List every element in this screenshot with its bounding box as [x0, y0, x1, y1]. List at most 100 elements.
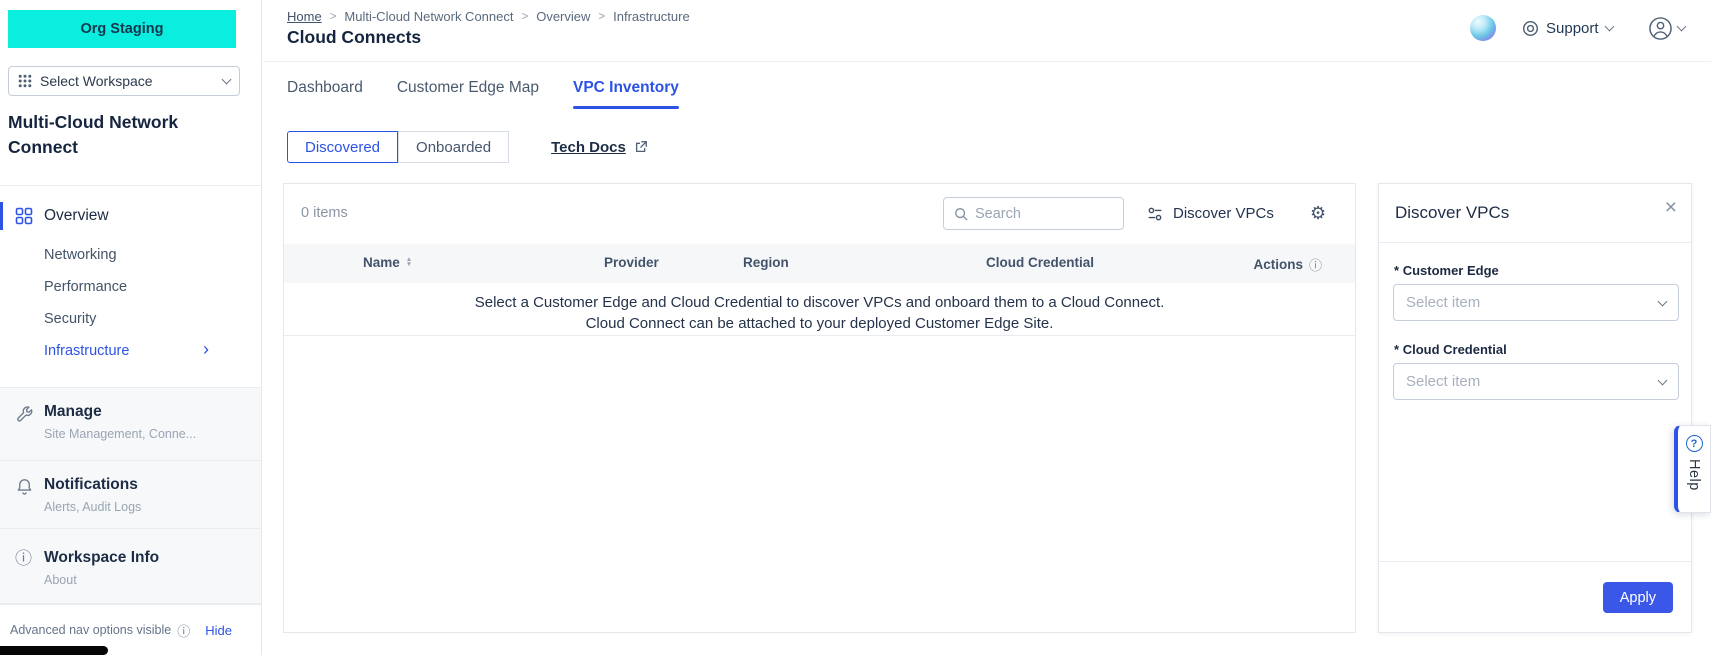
org-staging-button[interactable]: Org Staging — [8, 10, 236, 48]
column-header-provider: Provider — [604, 255, 659, 270]
customer-edge-select[interactable]: Select item — [1393, 284, 1679, 321]
assistant-orb-button[interactable] — [1470, 15, 1496, 41]
taskbar-peek — [0, 646, 108, 655]
sidebar: Org Staging Select Workspace Multi-Cloud… — [0, 0, 262, 655]
help-tab[interactable]: ? Help — [1674, 425, 1711, 513]
apply-button[interactable]: Apply — [1603, 582, 1673, 613]
tab-customer-edge-map[interactable]: Customer Edge Map — [397, 79, 539, 109]
chevron-down-icon — [1677, 22, 1687, 32]
sidebar-divider — [0, 185, 261, 186]
external-link-icon — [634, 140, 648, 154]
breadcrumb-infrastructure[interactable]: Infrastructure — [613, 9, 690, 24]
sidebar-item-infrastructure[interactable]: Infrastructure › — [0, 335, 261, 367]
field-label-text: Cloud Credential — [1403, 342, 1507, 357]
sidebar-item-sublabel: Site Management, Conne... — [44, 427, 196, 441]
support-lifebuoy-icon — [1522, 20, 1539, 37]
workspace-selector[interactable]: Select Workspace — [8, 66, 240, 96]
table-header-row: Name ▲▼ Provider Region Cloud Credential… — [284, 244, 1355, 283]
vpc-table-card: 0 items Discover VPCs ⚙ Name — [283, 183, 1356, 633]
panel-title: Discover VPCs — [1395, 203, 1509, 223]
sidebar-item-label: Workspace Info — [44, 549, 159, 567]
topbar-divider — [263, 61, 1711, 62]
column-header-region: Region — [743, 255, 789, 270]
sidebar-item-security[interactable]: Security — [0, 303, 261, 335]
sidebar-item-overview[interactable]: Overview — [0, 199, 261, 233]
tech-docs-label: Tech Docs — [551, 139, 626, 156]
tab-vpc-inventory[interactable]: VPC Inventory — [573, 79, 679, 109]
column-label: Provider — [604, 255, 659, 270]
segment-control: Discovered Onboarded Tech Docs — [287, 131, 648, 163]
required-asterisk: * — [1394, 263, 1399, 278]
sidebar-item-label: Overview — [44, 207, 109, 225]
chevron-down-icon — [1658, 375, 1668, 385]
info-icon: ⓘ — [15, 550, 32, 567]
breadcrumb-separator: > — [521, 11, 528, 23]
account-menu[interactable] — [1648, 14, 1685, 42]
chevron-down-icon — [1658, 296, 1668, 306]
sidebar-item-label: Notifications — [44, 476, 138, 494]
segment-discovered[interactable]: Discovered — [287, 131, 398, 163]
column-label: Cloud Credential — [986, 255, 1094, 270]
chevron-right-icon: › — [203, 339, 209, 360]
required-asterisk: * — [1394, 342, 1399, 357]
sidebar-item-manage[interactable]: Manage Site Management, Conne... — [0, 387, 261, 460]
chevron-down-icon — [222, 75, 232, 85]
select-placeholder: Select item — [1406, 294, 1480, 311]
breadcrumb-home[interactable]: Home — [287, 9, 322, 24]
sidebar-item-sublabel: Alerts, Audit Logs — [44, 500, 141, 514]
cloud-credential-field-label: * Cloud Credential — [1394, 342, 1507, 357]
tab-bar: Dashboard Customer Edge Map VPC Inventor… — [287, 79, 679, 109]
user-icon — [1648, 16, 1673, 41]
sidebar-item-notifications[interactable]: Notifications Alerts, Audit Logs — [0, 460, 261, 528]
column-label: Name — [363, 255, 400, 270]
workspace-grid-icon — [18, 74, 32, 88]
panel-footer-divider — [1379, 561, 1691, 562]
breadcrumb-separator: > — [330, 11, 337, 23]
sidebar-item-workspace-info[interactable]: ⓘ Workspace Info About — [0, 528, 261, 604]
segment-onboarded[interactable]: Onboarded — [398, 131, 509, 163]
wrench-icon — [15, 405, 34, 424]
empty-state-line-2: Cloud Connect can be attached to your de… — [284, 313, 1355, 334]
column-header-name[interactable]: Name ▲▼ — [363, 255, 412, 270]
field-label-text: Customer Edge — [1403, 263, 1499, 278]
breadcrumb-overview[interactable]: Overview — [536, 9, 590, 24]
info-icon[interactable]: ⓘ — [1309, 255, 1322, 274]
search-input[interactable] — [975, 206, 1113, 222]
sidebar-item-label: Manage — [44, 403, 102, 421]
discover-vpcs-button[interactable]: Discover VPCs — [1147, 197, 1274, 230]
bell-icon — [15, 477, 34, 496]
workspace-selector-label: Select Workspace — [40, 73, 153, 89]
column-header-cloud-credential: Cloud Credential — [986, 255, 1094, 270]
gear-icon[interactable]: ⚙ — [1310, 197, 1326, 230]
search-box[interactable] — [943, 197, 1124, 230]
sidebar-item-label: Infrastructure — [44, 343, 129, 359]
help-question-icon: ? — [1686, 435, 1703, 452]
app-root: Org Staging Select Workspace Multi-Cloud… — [0, 0, 1711, 655]
tech-docs-link[interactable]: Tech Docs — [551, 139, 648, 156]
tab-dashboard[interactable]: Dashboard — [287, 79, 363, 109]
support-menu[interactable]: Support — [1522, 14, 1613, 42]
sort-icon: ▲▼ — [406, 257, 412, 267]
empty-state-line-1: Select a Customer Edge and Cloud Credent… — [284, 292, 1355, 313]
advanced-nav-text: Advanced nav options visible — [10, 623, 171, 637]
discover-vpcs-label: Discover VPCs — [1173, 205, 1274, 222]
column-label: Actions — [1253, 257, 1303, 272]
workspace-title: Multi-Cloud Network Connect — [8, 110, 220, 160]
sidebar-item-networking[interactable]: Networking — [0, 239, 261, 271]
panel-divider — [1379, 242, 1691, 243]
sidebar-item-performance[interactable]: Performance — [0, 271, 261, 303]
discover-sliders-icon — [1147, 206, 1163, 222]
column-label: Region — [743, 255, 789, 270]
select-placeholder: Select item — [1406, 373, 1480, 390]
info-icon: ⓘ — [177, 621, 190, 640]
support-label: Support — [1546, 20, 1599, 37]
column-header-actions: Actions ⓘ — [1253, 255, 1322, 274]
breadcrumb-workspace[interactable]: Multi-Cloud Network Connect — [344, 9, 513, 24]
sidebar-item-label: Networking — [44, 247, 117, 263]
sidebar-item-label: Security — [44, 311, 96, 327]
close-icon[interactable]: × — [1665, 197, 1677, 218]
customer-edge-field-label: * Customer Edge — [1394, 263, 1499, 278]
cloud-credential-select[interactable]: Select item — [1393, 363, 1679, 400]
page-title: Cloud Connects — [287, 27, 421, 48]
hide-nav-link[interactable]: Hide — [205, 623, 232, 638]
